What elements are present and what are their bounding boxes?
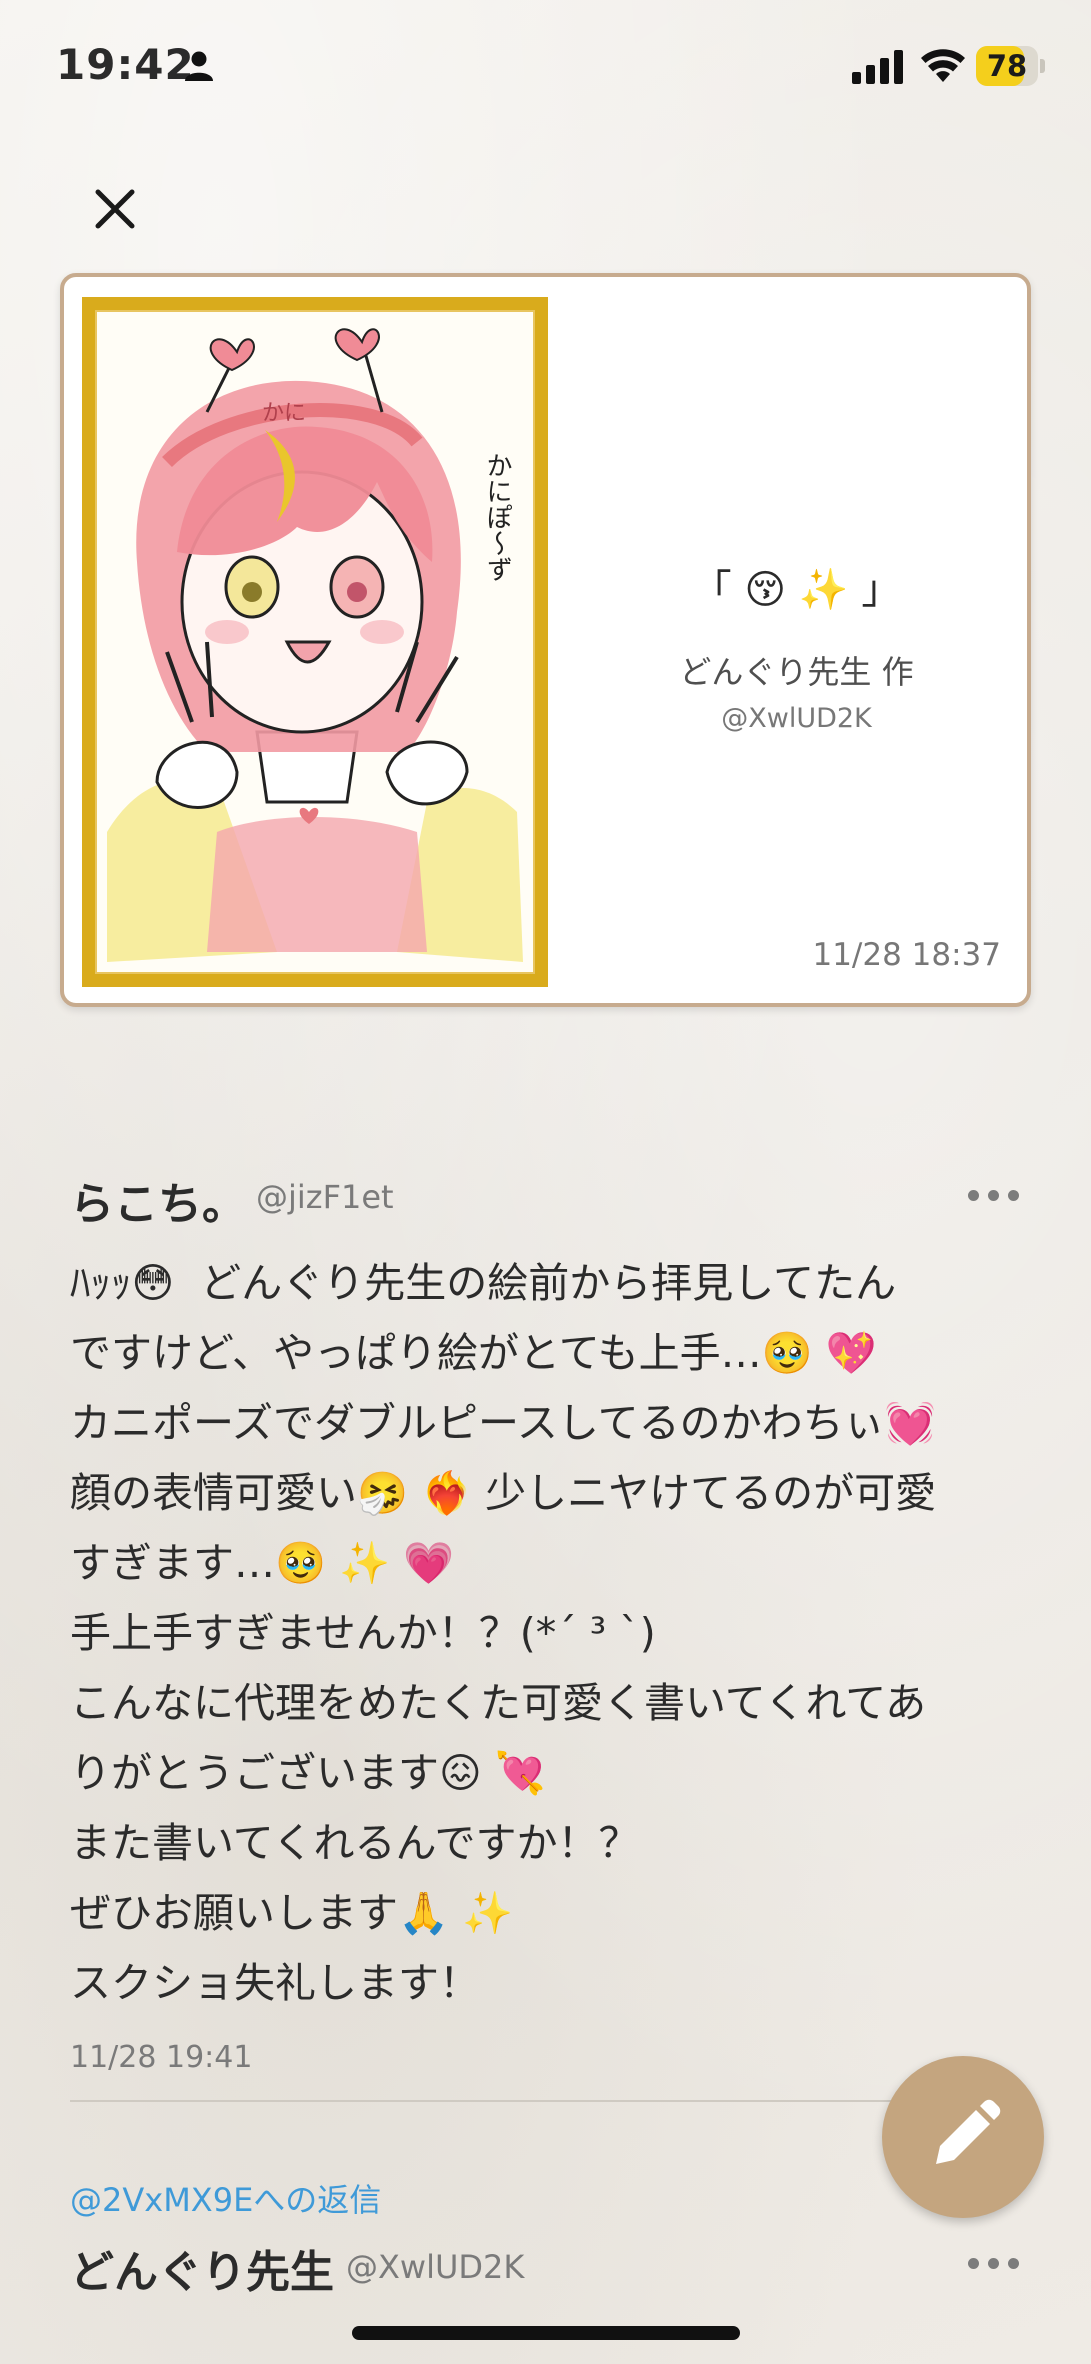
post-line: カニポーズでダブルピースしてるのかわちぃ💓 xyxy=(70,1399,936,1447)
status-bar: 19:42 78 xyxy=(0,0,1091,130)
artwork-headband-text: かに xyxy=(262,401,306,426)
post-body: ﾊｯｯ😳 ︎ どんぐり先生の絵前から拝見してたん ですけど、やっぱり絵がとても上… xyxy=(70,1248,1030,2018)
post-line: ですけど、やっぱり絵がとても上手…🥹 💖 xyxy=(70,1329,877,1377)
artwork-caption: かにぽ〜ず xyxy=(482,452,512,582)
post-author-name[interactable]: らこち。 xyxy=(70,1168,246,1232)
post-date: 11/28 19:41 xyxy=(70,2040,253,2075)
pencil-icon xyxy=(936,2099,1001,2164)
battery-percent: 78 xyxy=(986,49,1028,83)
post-line: ぜひお願いします🙏 ✨ xyxy=(70,1889,514,1937)
artwork-image[interactable]: かにぽ〜ず かに xyxy=(95,310,535,974)
card-info: 「 😚 ✨ 」 どんぐり先生 作 @XwlUD2K 11/28 18:37 xyxy=(564,277,1029,1007)
reply-to-link[interactable]: @2VxMX9Eへの返信 xyxy=(70,2175,381,2221)
post-line: りがとうございます😖 💘 xyxy=(70,1749,546,1797)
close-icon xyxy=(95,189,135,229)
post-line: ﾊｯｯ😳 ︎ どんぐり先生の絵前から拝見してたん xyxy=(70,1259,897,1307)
divider xyxy=(70,2100,920,2102)
card-author: どんぐり先生 作 xyxy=(679,653,914,691)
post-line: スクショ失礼します！ xyxy=(70,1959,480,2007)
post-line: すぎます…🥹 ✨ 💗 xyxy=(70,1539,455,1587)
artwork-drawing: かにぽ〜ず かに xyxy=(107,328,523,962)
post-line: また書いてくれるんですか！？ xyxy=(70,1819,640,1867)
post-line: 手上手すぎませんか！？(*´ ³ `) xyxy=(70,1609,656,1657)
card-handle[interactable]: @XwlUD2K xyxy=(564,703,1029,734)
home-indicator xyxy=(352,2326,740,2340)
wifi-icon xyxy=(921,49,965,82)
reply-author-handle[interactable]: @XwlUD2K xyxy=(346,2248,524,2286)
card-date: 11/28 18:37 xyxy=(812,937,1001,973)
post-author-handle[interactable]: @jizF1et xyxy=(256,1178,394,1216)
reply-more-button[interactable] xyxy=(968,2254,1020,2274)
close-button[interactable] xyxy=(84,178,146,240)
card-title: 「 😚 ✨ 」 xyxy=(691,567,902,613)
person-icon xyxy=(185,51,213,81)
reply-author-name[interactable]: どんぐり先生 xyxy=(70,2236,334,2300)
post-header: らこち。 @jizF1et xyxy=(70,1168,1020,1230)
battery-indicator: 78 xyxy=(976,46,1046,86)
post-line: こんなに代理をめたくた可愛く書いてくれてあ xyxy=(70,1679,927,1727)
post-line: 顔の表情可愛い🤧 ❤️‍🔥 少しニヤけてるのが可愛 xyxy=(70,1469,937,1517)
reply-header: どんぐり先生 @XwlUD2K xyxy=(70,2236,1020,2298)
cellular-signal-icon xyxy=(852,50,903,84)
post-more-button[interactable] xyxy=(968,1186,1020,1206)
artwork-card[interactable]: かにぽ〜ず かに 「 😚 ✨ 」 どんぐり先生 作 @XwlUD2K 11/28… xyxy=(60,273,1031,1007)
status-time: 19:42 xyxy=(56,40,195,89)
artwork-frame: かにぽ〜ず かに xyxy=(82,297,548,987)
compose-button[interactable] xyxy=(882,2056,1044,2218)
